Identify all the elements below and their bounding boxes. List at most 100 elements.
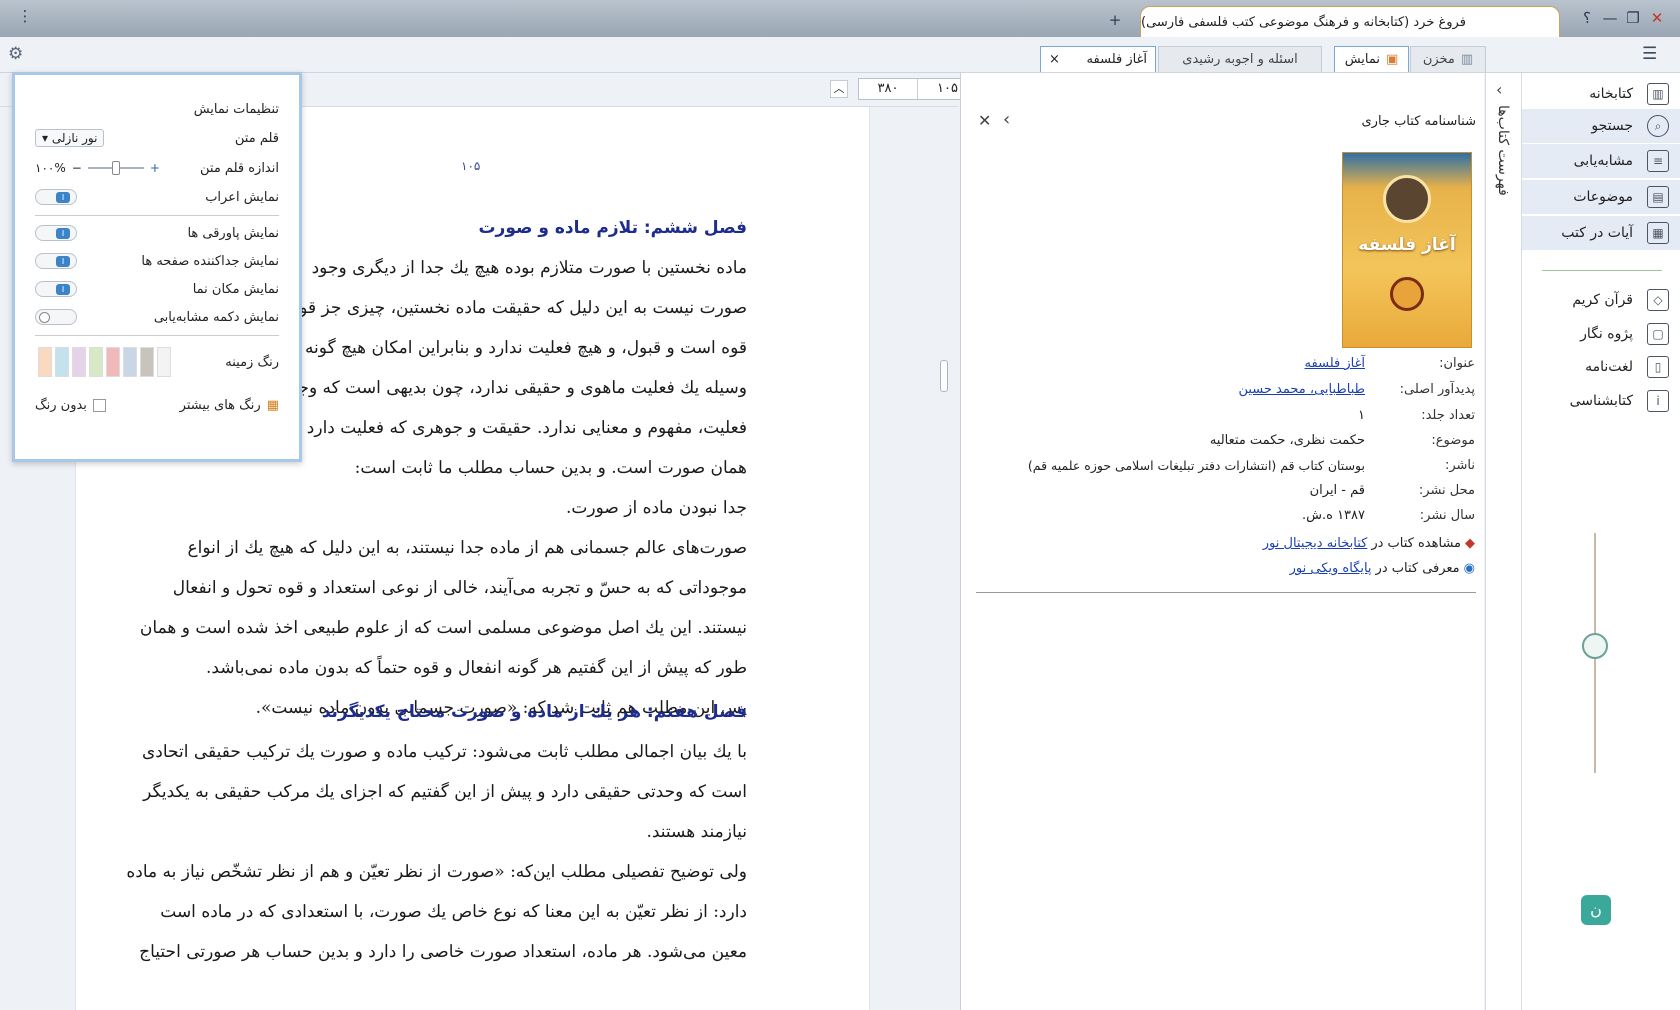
line: ولی توضیح تفصیلی مطلب این‌که: «صورت از ن… [126, 862, 747, 882]
settings-title-text: تنظیمات نمایش [193, 101, 279, 117]
help-button[interactable]: ؟ [1576, 8, 1598, 28]
display-icon: ▣ [1386, 52, 1399, 67]
font-label: قلم متن [234, 130, 279, 146]
similar-btn-toggle[interactable] [35, 309, 77, 325]
chapter-heading-7: فصل هفتم: هر یك از ماده و صورت محتاج یکد… [321, 702, 747, 722]
font-size-row: اندازه قلم متن ۱۰۰% − + [35, 156, 279, 180]
meta-author-link[interactable]: طباطبایی، محمد حسین [1238, 382, 1365, 397]
sidebar-item-label: جستجو [1591, 118, 1633, 134]
meta-row: محل نشر: قم - ایران [1309, 483, 1475, 498]
color-swatch[interactable] [55, 347, 69, 377]
sidebar-item-notes[interactable]: پژوه نگار ▢ [1522, 317, 1680, 351]
paragraph-4: با یك بیان اجمالی مطلب ثابت می‌شود: ترکی… [87, 732, 747, 972]
color-swatch[interactable] [157, 347, 171, 377]
settings-title: تنظیمات نمایش [35, 97, 279, 121]
line: طور که پیش از این گفتیم هر گونه انفعال و… [206, 658, 747, 678]
line: نیازمند هستند. [646, 822, 747, 842]
color-options-row: ▦ رنگ های بیشتر بدون رنگ [35, 393, 279, 417]
cover-title: آغاز فلسفه [1358, 235, 1456, 255]
color-swatch[interactable] [38, 347, 52, 377]
cursor-toggle[interactable]: I [35, 281, 77, 297]
font-size-slider[interactable] [87, 161, 144, 175]
font-size-value: ۱۰۰% [35, 161, 66, 175]
color-swatch[interactable] [72, 347, 86, 377]
no-color-label: بدون رنگ [35, 397, 87, 413]
minimize-button[interactable]: — [1599, 8, 1621, 28]
increase-size-button[interactable]: + [150, 161, 160, 175]
noor-library-row: ◆ مشاهده کتاب در کتابخانه دیجیتال نور [980, 536, 1475, 558]
separators-toggle[interactable]: I [35, 253, 77, 269]
tab-close-icon[interactable]: × [1049, 52, 1060, 67]
tab-display[interactable]: ▣ نمایش [1334, 46, 1409, 72]
hamburger-menu-icon[interactable]: ☰ [1642, 44, 1666, 64]
sidebar-item-quran[interactable]: قرآن کریم ◇ [1522, 283, 1680, 317]
noor-logo-icon: ن [1581, 895, 1611, 925]
line: است که وحدتی حقیقی دارد و پیش از این گفت… [143, 782, 747, 802]
cursor-row: نمایش مکان نما I [35, 277, 279, 301]
book-cover: آغاز فلسفه [1342, 152, 1472, 348]
color-swatch[interactable] [140, 347, 154, 377]
color-swatch[interactable] [106, 347, 120, 377]
color-swatch[interactable] [89, 347, 103, 377]
meta-row: ناشر: بوستان کتاب قم (انتشارات دفتر تبلیغ… [1027, 458, 1475, 473]
erab-toggle[interactable]: I [35, 189, 77, 205]
sidebar-item-label: مشابه‌یابی [1573, 153, 1633, 169]
noor-library-link[interactable]: کتابخانه دیجیتال نور [1263, 536, 1368, 558]
footnotes-toggle[interactable]: I [35, 225, 77, 241]
noor-library-icon: ◆ [1465, 536, 1475, 551]
sidebar-item-topics[interactable]: موضوعات ▤ [1522, 180, 1680, 214]
window-title: فروغ خرد (کتابخانه و فرهنگ موضوعی کتب فل… [1140, 6, 1560, 37]
total-pages: ۳۸۰ [859, 79, 919, 99]
close-panel-icon[interactable]: ✕ [978, 111, 991, 130]
sidebar-item-search[interactable]: جستجو ⌕ [1522, 109, 1680, 143]
scrollbar-thumb[interactable] [940, 360, 948, 392]
new-tab-button[interactable]: + [1104, 10, 1126, 30]
separators-row: نمایش جداکننده صفحه ها I [35, 249, 279, 273]
font-size-control: ۱۰۰% − + [35, 161, 160, 175]
window-title-text: فروغ خرد (کتابخانه و فرهنگ موضوعی کتب فل… [1141, 14, 1466, 30]
sidebar-item-bibliography[interactable]: کتابشناسی i [1522, 384, 1680, 418]
erab-label: نمایش اعراب [205, 189, 279, 205]
palette-icon[interactable]: ▦ [267, 398, 279, 413]
divider [35, 215, 279, 216]
app-menu-icon[interactable]: ⋮ [14, 6, 36, 26]
footnotes-label: نمایش پاورقی ها [187, 225, 279, 241]
expand-strip-icon[interactable]: ‹ [1496, 80, 1502, 99]
ornament-medallion [1582, 633, 1608, 659]
sidebar-item-dictionary[interactable]: لغت‌نامه ▯ [1522, 350, 1680, 384]
sidebar-item-library[interactable]: کتابخانه ▥ [1522, 77, 1680, 111]
bg-color-row: رنگ زمینه [35, 345, 279, 379]
meta-title-link[interactable]: آغاز فلسفه [1305, 356, 1365, 371]
maximize-button[interactable]: ❐ [1622, 8, 1644, 28]
sidebar-item-label: کتابشناسی [1569, 393, 1633, 409]
line: با یك بیان اجمالی مطلب ثابت می‌شود: ترکی… [141, 742, 747, 762]
quran-icon: ◇ [1647, 289, 1669, 311]
color-swatch[interactable] [123, 347, 137, 377]
repository-icon: ▥ [1460, 52, 1474, 67]
tab-book-aghaz[interactable]: آغاز فلسفه × [1040, 46, 1156, 72]
line: جدا نبودن ماده از صورت. [566, 498, 747, 518]
settings-gear-icon[interactable]: ⚙ [8, 44, 30, 66]
sidebar-item-verses[interactable]: آیات در کتب ▦ [1522, 216, 1680, 250]
bg-color-label: رنگ زمینه [225, 354, 279, 370]
erab-row: نمایش اعراب I [35, 185, 279, 209]
book-list-strip [1485, 73, 1521, 1010]
no-color-checkbox[interactable] [92, 398, 106, 412]
prev-page-button[interactable]: ︿ [830, 80, 848, 98]
font-select[interactable]: نور نازلی ▾ [35, 129, 105, 147]
footnotes-row: نمایش پاورقی ها I [35, 221, 279, 245]
meta-row: تعداد جلد: ۱ [1358, 408, 1475, 423]
cover-ornament [1390, 277, 1424, 311]
wikinoor-link[interactable]: پایگاه ویکی نور [1290, 561, 1372, 583]
book-list-label[interactable]: فهرست کتاب‌ها [1495, 105, 1511, 196]
chevron-left-icon[interactable]: ‹ [1003, 109, 1010, 130]
author-portrait [1383, 175, 1431, 223]
tab-book-rashidi[interactable]: اسئله و اجوبه رشیدی [1158, 46, 1322, 72]
decrease-size-button[interactable]: − [72, 161, 82, 175]
meta-row: پدیدآور اصلی: طباطبایی، محمد حسین [1238, 382, 1475, 397]
similar-icon: ≡ [1647, 150, 1669, 172]
tab-repository[interactable]: ▥ مخزن [1410, 46, 1486, 72]
close-button[interactable]: ✕ [1646, 8, 1668, 28]
sidebar-item-similar[interactable]: مشابه‌یابی ≡ [1522, 144, 1680, 178]
meta-row: موضوع: حکمت نظری، حکمت متعالیه [1209, 433, 1475, 448]
